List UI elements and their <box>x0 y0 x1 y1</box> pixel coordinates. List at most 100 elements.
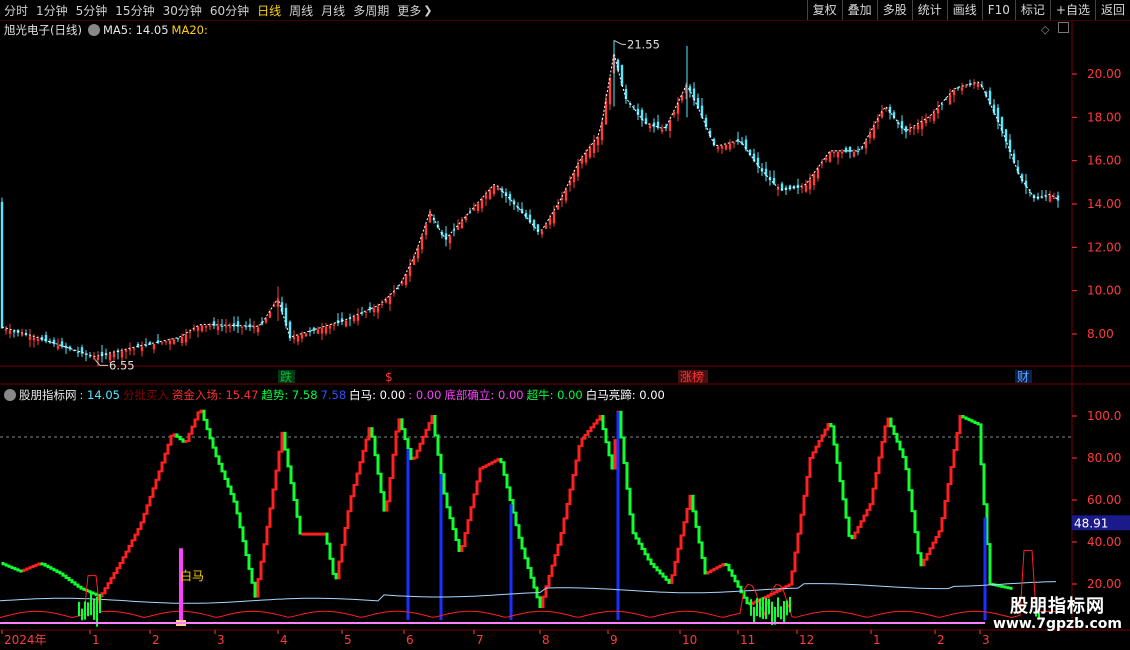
candle-body <box>596 137 600 146</box>
candle-body <box>316 329 320 334</box>
candle-body <box>824 157 828 161</box>
price-tick-label: 12.00 <box>1087 240 1121 254</box>
candle-body <box>716 146 720 149</box>
chevron-right-icon[interactable]: ❯ <box>423 4 432 17</box>
current-value-label: 48.91 <box>1074 516 1108 530</box>
trend-step <box>628 487 632 516</box>
x-tick-label: 7 <box>476 633 484 647</box>
trend-step <box>793 551 797 573</box>
trend-step <box>40 562 44 566</box>
trend-step <box>307 532 311 536</box>
trend-step <box>349 495 353 513</box>
candle-body <box>476 203 480 211</box>
trend-step <box>772 591 776 595</box>
period-tab[interactable]: 5分钟 <box>72 2 112 19</box>
trend-step <box>580 437 584 448</box>
tool-button[interactable]: F10 <box>981 0 1015 20</box>
tool-button[interactable]: 复权 <box>806 0 842 20</box>
candle-body <box>948 94 952 105</box>
tool-button[interactable]: 画线 <box>946 0 982 20</box>
trend-step <box>679 534 683 550</box>
tool-button[interactable]: +自选 <box>1049 0 1095 20</box>
trend-step <box>523 547 527 560</box>
trend-step <box>394 430 398 456</box>
tool-button[interactable]: 多股 <box>876 0 912 20</box>
trend-step <box>109 577 113 585</box>
trend-step <box>25 567 29 571</box>
trend-step <box>568 488 572 505</box>
candle-body <box>972 84 976 86</box>
candle-body <box>292 337 296 340</box>
period-tab[interactable]: 更多 <box>393 2 425 19</box>
period-tab[interactable]: 60分钟 <box>206 2 253 19</box>
period-tab[interactable]: 多周期 <box>349 2 393 19</box>
tool-button[interactable]: 统计 <box>911 0 947 20</box>
low-label: 6.55 <box>109 358 135 372</box>
super-bull-bar <box>768 599 770 615</box>
trend-step <box>268 507 272 528</box>
trend-step <box>637 537 641 545</box>
trend-step <box>352 483 356 498</box>
super-bull-bar <box>756 598 758 616</box>
trend-step <box>697 525 701 544</box>
candle-body <box>952 90 956 96</box>
trend-step <box>892 425 896 435</box>
period-tab[interactable]: 30分钟 <box>159 2 206 19</box>
trend-step <box>196 411 200 421</box>
period-tab[interactable]: 日线 <box>253 2 285 19</box>
period-tab[interactable]: 1分钟 <box>32 2 72 19</box>
tool-button[interactable]: 叠加 <box>841 0 877 20</box>
baima-bar <box>179 548 183 620</box>
trend-step <box>433 415 437 437</box>
trend-step <box>730 569 734 577</box>
tool-button[interactable]: 标记 <box>1014 0 1050 20</box>
trend-step <box>55 569 59 573</box>
trend-step <box>346 510 350 529</box>
trend-step <box>481 465 485 470</box>
candle-body <box>76 351 80 353</box>
trend-step <box>445 492 449 509</box>
trend-step <box>577 445 581 462</box>
candle-body <box>564 189 568 201</box>
candle-body <box>936 108 940 114</box>
trend-step <box>244 540 248 557</box>
trend-step <box>673 560 677 577</box>
trend-step <box>544 585 548 598</box>
candle-body <box>772 177 776 185</box>
candle-body <box>676 103 680 114</box>
trend-step <box>376 454 380 475</box>
trend-step <box>937 530 941 538</box>
trend-step <box>607 441 611 457</box>
trend-step <box>928 547 932 555</box>
trend-step <box>211 437 215 449</box>
stock-chart[interactable]: 20.00 18.00 16.00 14.00 12.00 10.00 8.00 100.0 8… <box>0 20 1130 650</box>
trend-step <box>214 446 218 458</box>
candle-body <box>224 326 228 328</box>
super-bull-bar <box>780 606 782 620</box>
period-tab[interactable]: 分时 <box>0 2 32 19</box>
super-bull-bar <box>771 601 773 626</box>
period-tab[interactable]: 月线 <box>317 2 349 19</box>
candle-body <box>412 258 416 265</box>
trend-step <box>292 482 296 501</box>
trend-step <box>712 567 716 572</box>
period-tab[interactable]: 周线 <box>285 2 317 19</box>
trend-step <box>121 556 125 564</box>
super-bull-bar <box>762 597 764 620</box>
trend-step <box>283 431 287 451</box>
super-bull-bar <box>759 598 761 618</box>
trend-step <box>889 417 893 428</box>
trend-step <box>49 566 53 570</box>
period-tab[interactable]: 15分钟 <box>111 2 158 19</box>
trend-step <box>484 464 488 468</box>
trend-step <box>10 565 14 570</box>
trend-step <box>34 563 38 567</box>
trend-step <box>943 500 947 520</box>
trend-step <box>475 480 479 496</box>
tool-button[interactable]: 返回 <box>1094 0 1130 20</box>
trend-step <box>496 458 500 462</box>
trend-step <box>934 535 938 544</box>
trend-step <box>22 568 26 572</box>
trend-step <box>589 426 593 433</box>
candle-body <box>800 187 804 189</box>
